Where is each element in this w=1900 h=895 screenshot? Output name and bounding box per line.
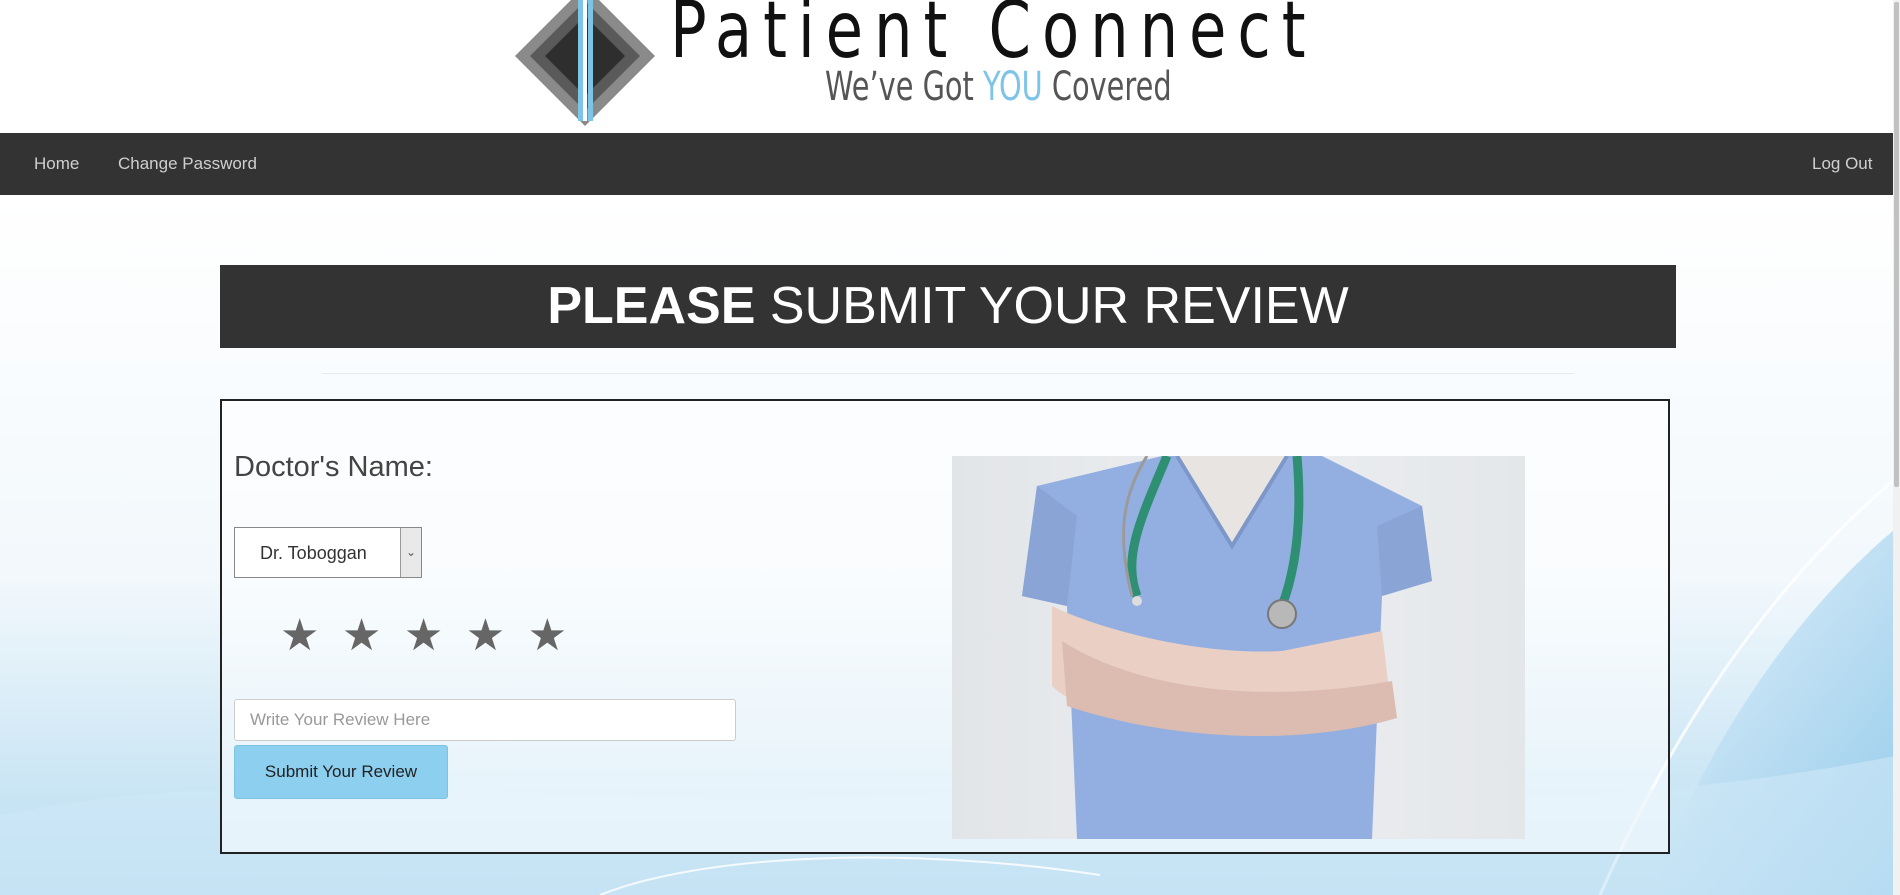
star-icon[interactable]: ★ <box>466 611 505 661</box>
doctor-illustration <box>1022 456 1432 839</box>
logo-tagline: We’ve Got YOU Covered <box>825 64 1172 110</box>
tagline-accent: YOU <box>982 64 1043 110</box>
tagline-pre: We’ve Got <box>825 64 983 110</box>
star-icon[interactable]: ★ <box>528 611 567 661</box>
chevron-down-icon[interactable]: ⌄ <box>400 528 421 577</box>
star-icon[interactable]: ★ <box>404 611 443 661</box>
doctor-name-label: Doctor's Name: <box>234 451 433 483</box>
page-title-rest: SUBMIT YOUR REVIEW <box>755 277 1349 335</box>
star-rating: ★ ★ ★ ★ ★ <box>280 611 585 661</box>
doctor-photo <box>952 456 1525 839</box>
page-title-banner: PLEASE SUBMIT YOUR REVIEW <box>220 265 1676 348</box>
review-input[interactable] <box>234 699 736 741</box>
nav-home-link[interactable]: Home <box>34 154 79 174</box>
doctor-select-value: Dr. Toboggan <box>260 543 367 563</box>
nav-logout-link[interactable]: Log Out <box>1812 154 1873 174</box>
scrollbar-thumb[interactable] <box>1894 2 1899 487</box>
page-scrollbar[interactable] <box>1893 0 1900 895</box>
star-icon[interactable]: ★ <box>280 611 319 661</box>
site-logo[interactable]: Patient Connect We’ve Got YOU Covered <box>510 0 1310 130</box>
doctor-select[interactable]: Dr. Toboggan ⌄ <box>234 527 422 578</box>
divider <box>322 373 1574 374</box>
submit-review-button[interactable]: Submit Your Review <box>234 745 448 799</box>
page-title-bold: PLEASE <box>547 277 756 335</box>
review-form-panel: Doctor's Name: Dr. Toboggan ⌄ ★ ★ ★ ★ ★ … <box>220 399 1670 854</box>
star-icon[interactable]: ★ <box>342 611 381 661</box>
diamond-logo-icon <box>515 0 655 126</box>
tagline-post: Covered <box>1042 64 1172 110</box>
nav-change-password-link[interactable]: Change Password <box>118 154 257 174</box>
top-navbar: Home Change Password Log Out <box>0 133 1893 195</box>
page-title: PLEASE SUBMIT YOUR REVIEW <box>220 265 1676 348</box>
